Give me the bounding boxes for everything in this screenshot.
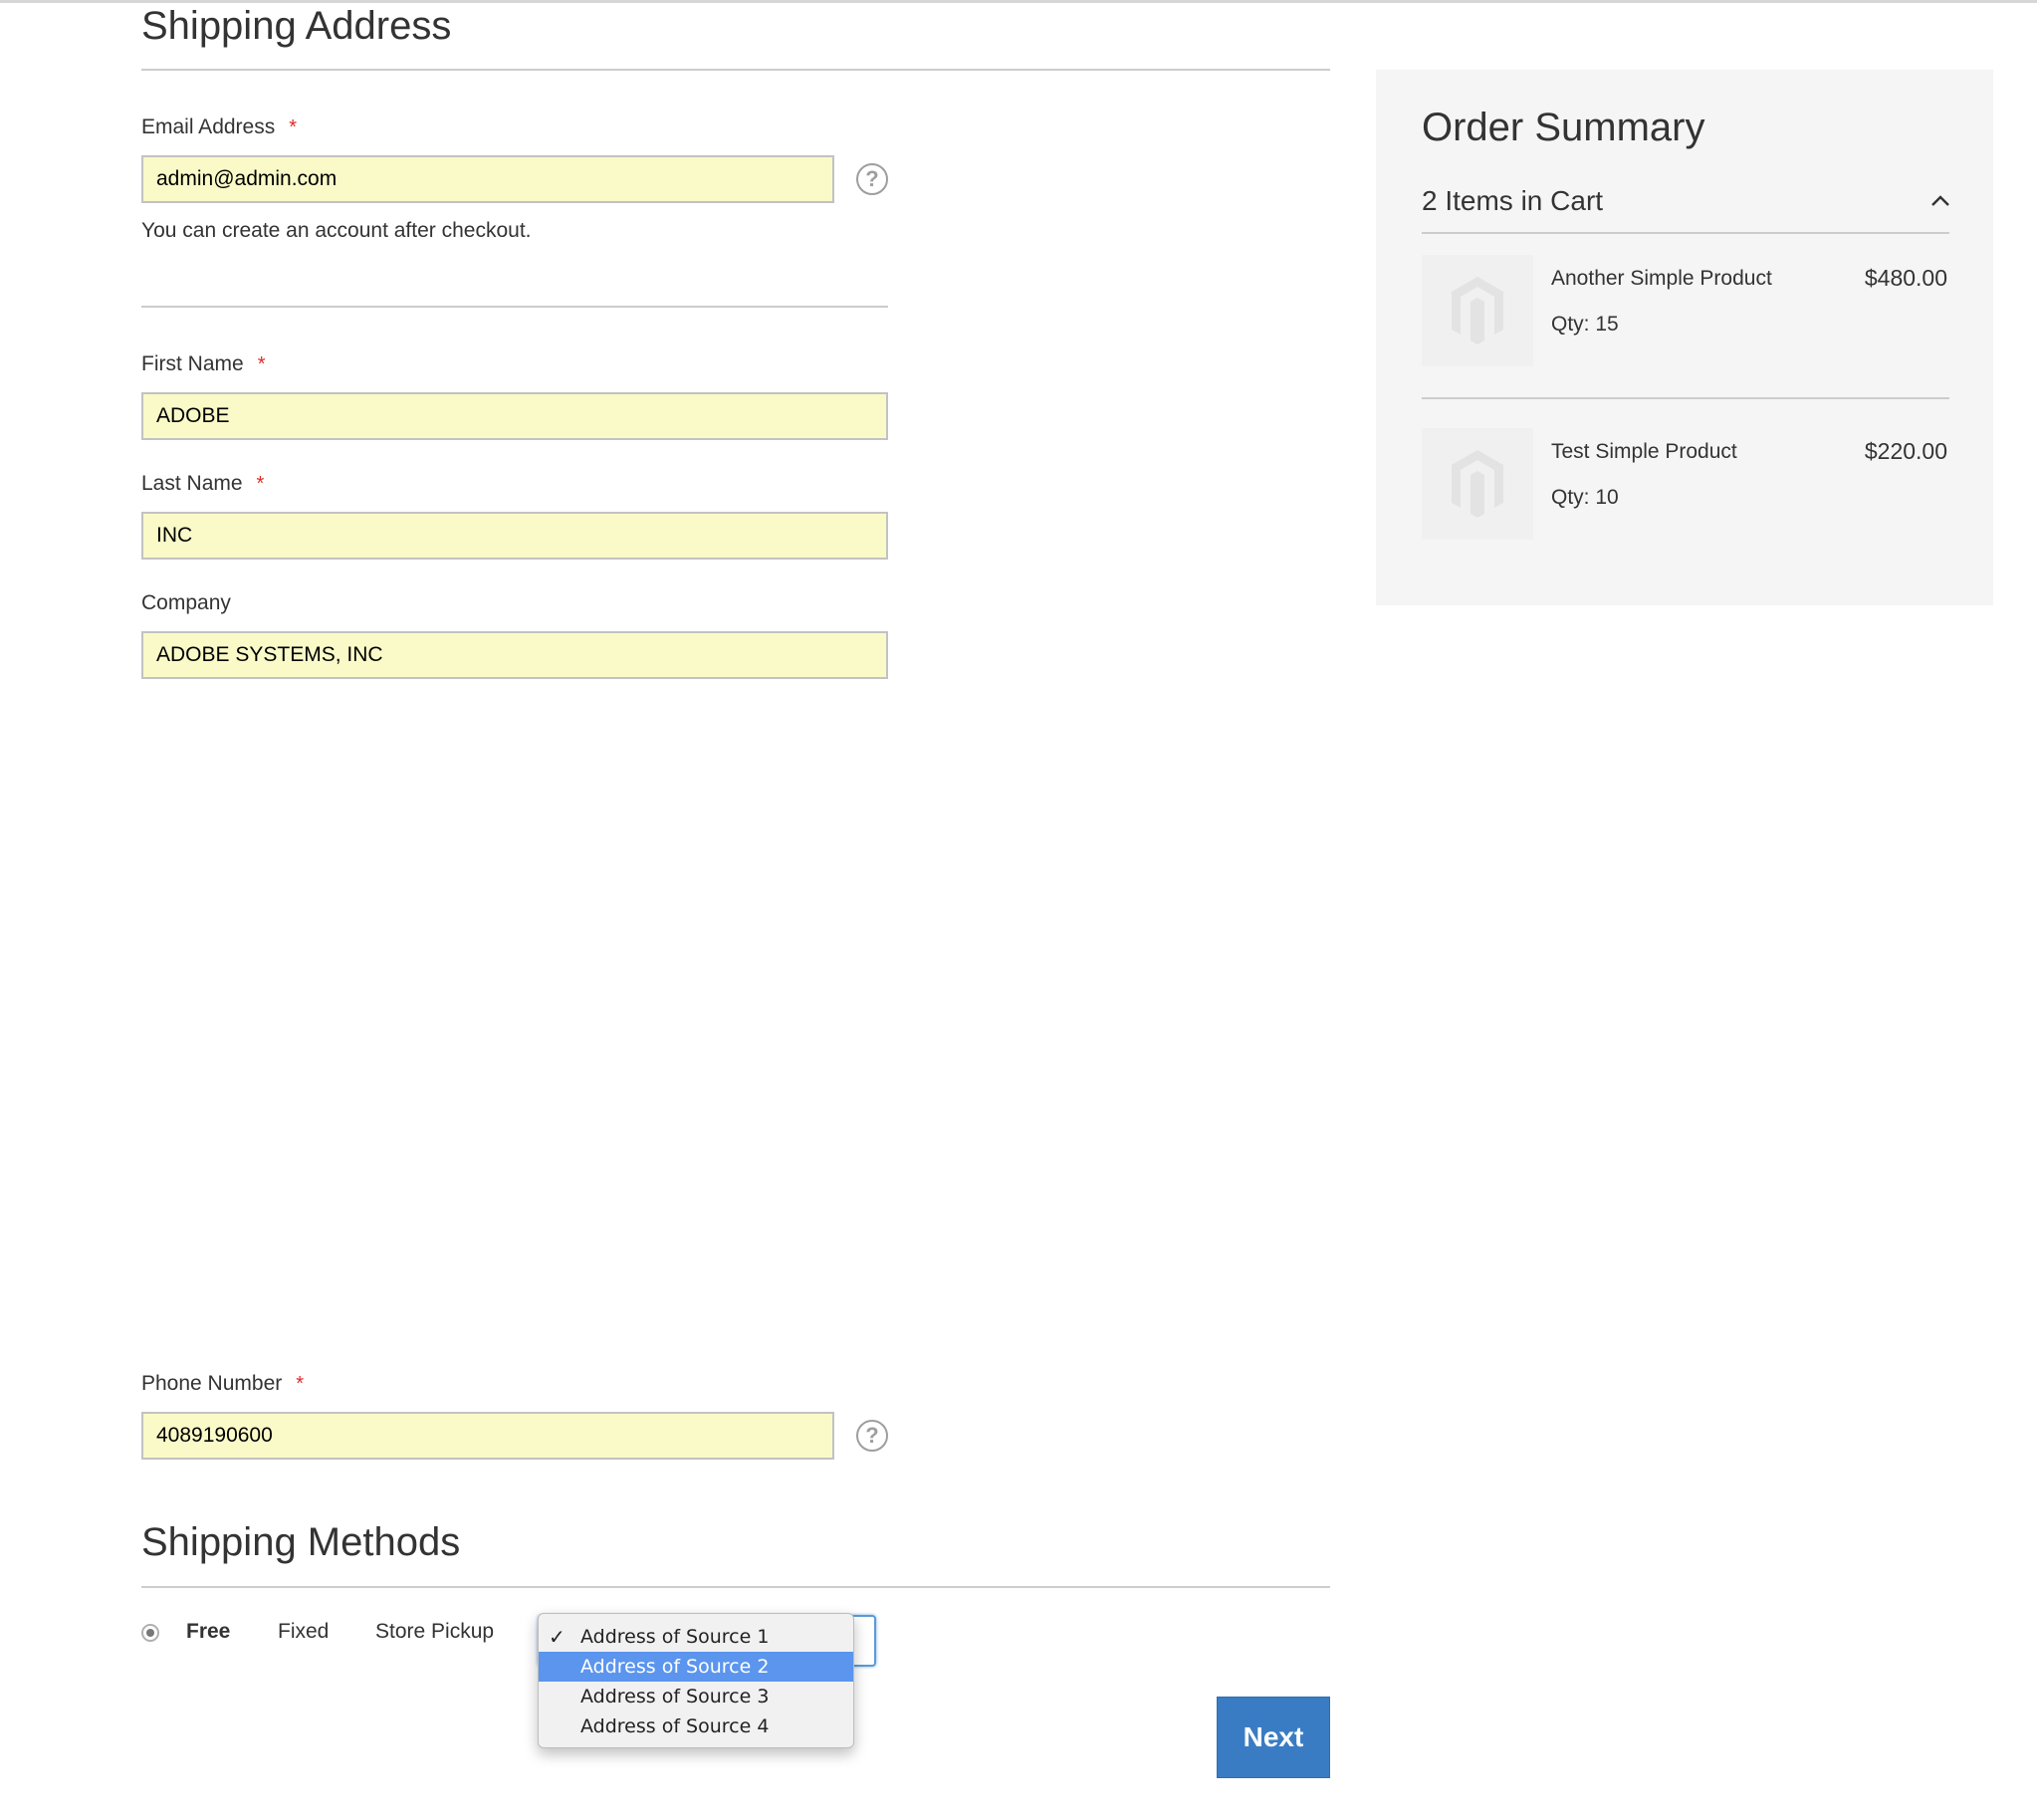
dropdown-option-highlighted[interactable]: Address of Source 2 <box>539 1652 853 1682</box>
last-name-label: Last Name * <box>141 472 264 496</box>
shipping-address-title: Shipping Address <box>141 4 452 48</box>
summary-divider <box>1422 232 1949 234</box>
phone-value: 4089190600 <box>156 1424 273 1447</box>
email-value: admin@admin.com <box>156 167 338 190</box>
last-name-field[interactable]: INC <box>141 512 888 560</box>
account-note: You can create an account after checkout… <box>141 219 532 242</box>
method-free[interactable]: Free <box>186 1620 230 1644</box>
item-price: $220.00 <box>1864 438 1947 464</box>
dropdown-option[interactable]: Address of Source 4 <box>539 1711 853 1741</box>
question-circle-icon[interactable]: ? <box>856 1420 888 1452</box>
item-name: Another Simple Product <box>1551 267 1772 290</box>
order-summary-title: Order Summary <box>1422 106 1705 149</box>
first-name-label-text: First Name <box>141 352 244 375</box>
title-divider <box>141 69 1330 71</box>
magento-logo-icon <box>1422 428 1533 540</box>
checkmark-icon: ✓ <box>549 1625 566 1649</box>
magento-logo-icon <box>1422 255 1533 366</box>
shipping-methods-title: Shipping Methods <box>141 1520 461 1564</box>
phone-label-text: Phone Number <box>141 1372 283 1395</box>
email-label: Email Address * <box>141 115 297 139</box>
company-label: Company <box>141 591 231 614</box>
item-divider <box>1422 397 1949 399</box>
required-mark: * <box>257 353 266 375</box>
option-label: Address of Source 1 <box>580 1626 770 1648</box>
email-divider <box>141 306 888 308</box>
method-store-pickup[interactable]: Store Pickup <box>375 1620 494 1644</box>
cart-count[interactable]: 2 Items in Cart <box>1422 185 1603 217</box>
required-mark: * <box>256 473 265 495</box>
methods-divider <box>141 1586 1330 1588</box>
item-name: Test Simple Product <box>1551 440 1737 463</box>
chevron-up-icon[interactable] <box>1929 183 1951 214</box>
first-name-label: First Name * <box>141 352 265 376</box>
option-label: Address of Source 3 <box>580 1686 770 1707</box>
company-field[interactable]: ADOBE SYSTEMS, INC <box>141 631 888 679</box>
last-name-label-text: Last Name <box>141 472 243 495</box>
item-price: $480.00 <box>1864 265 1947 291</box>
option-label: Address of Source 4 <box>580 1715 770 1737</box>
required-mark: * <box>289 116 298 138</box>
phone-label: Phone Number * <box>141 1372 304 1396</box>
last-name-value: INC <box>156 524 193 547</box>
shipping-method-radio[interactable] <box>141 1624 159 1642</box>
question-circle-icon[interactable]: ? <box>856 163 888 195</box>
email-label-text: Email Address <box>141 115 276 138</box>
pickup-source-dropdown[interactable]: ✓ Address of Source 1 Address of Source … <box>538 1613 854 1748</box>
order-summary-panel: Order Summary 2 Items in Cart Another Si… <box>1376 70 1993 605</box>
dropdown-option[interactable]: Address of Source 3 <box>539 1682 853 1711</box>
item-qty: Qty: 15 <box>1551 313 1619 336</box>
top-border <box>0 0 2037 3</box>
next-button[interactable]: Next <box>1217 1697 1330 1778</box>
company-value: ADOBE SYSTEMS, INC <box>156 643 383 666</box>
method-fixed[interactable]: Fixed <box>278 1620 329 1644</box>
item-qty: Qty: 10 <box>1551 486 1619 509</box>
first-name-field[interactable]: ADOBE <box>141 392 888 440</box>
email-field[interactable]: admin@admin.com <box>141 155 834 203</box>
dropdown-option[interactable]: ✓ Address of Source 1 <box>539 1622 853 1652</box>
required-mark: * <box>296 1373 305 1395</box>
first-name-value: ADOBE <box>156 404 230 427</box>
option-label: Address of Source 2 <box>580 1656 770 1678</box>
phone-field[interactable]: 4089190600 <box>141 1412 834 1460</box>
